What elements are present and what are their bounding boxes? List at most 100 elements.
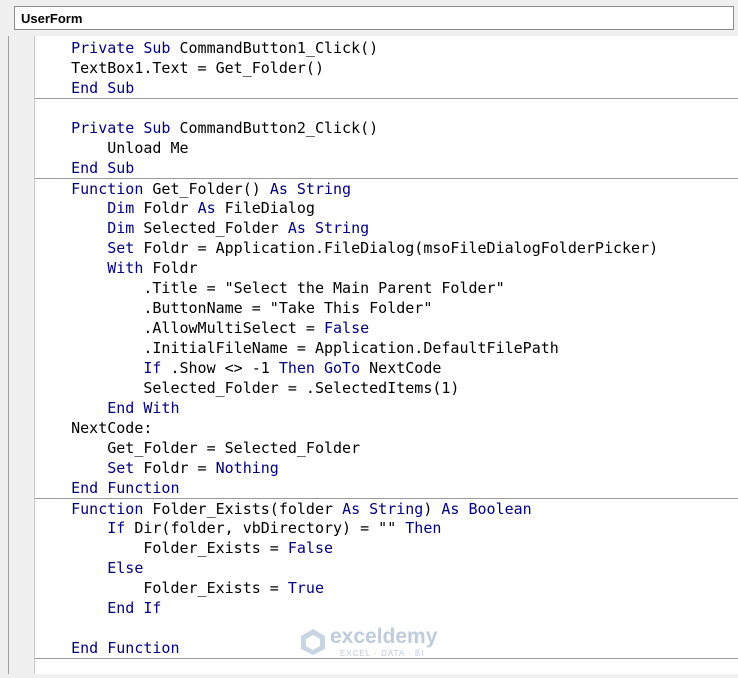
- code-line[interactable]: Function Folder_Exists(folder As String)…: [35, 498, 738, 518]
- code-keyword: Set: [107, 239, 135, 257]
- code-keyword: Private Sub: [71, 119, 171, 137]
- code-keyword: As String: [269, 180, 352, 198]
- code-text: CommandButton2_Click(): [170, 119, 379, 137]
- code-keyword: Dim: [107, 199, 135, 217]
- code-line[interactable]: .ButtonName = "Take This Folder": [35, 298, 738, 318]
- code-text: Foldr: [134, 199, 198, 217]
- code-keyword: Dim: [107, 219, 135, 237]
- code-keyword: With: [107, 259, 144, 277]
- code-keyword: End Function: [71, 479, 180, 497]
- code-keyword: Set: [107, 459, 135, 477]
- code-line[interactable]: .InitialFileName = Application.DefaultFi…: [35, 338, 738, 358]
- code-line[interactable]: End Sub: [35, 78, 738, 98]
- code-line[interactable]: [35, 98, 738, 118]
- code-keyword: End If: [107, 599, 162, 617]
- code-text: .ButtonName = "Take This Folder": [35, 299, 433, 317]
- code-line[interactable]: Dim Foldr As FileDialog: [35, 198, 738, 218]
- code-line[interactable]: Get_Folder = Selected_Folder: [35, 438, 738, 458]
- exceldemy-logo-icon: [301, 629, 325, 655]
- code-line[interactable]: End With: [35, 398, 738, 418]
- code-keyword: As String: [287, 219, 370, 237]
- code-text: .Title = "Select the Main Parent Folder": [35, 279, 505, 297]
- code-line[interactable]: NextCode:: [35, 418, 738, 438]
- window-margin: [0, 36, 8, 674]
- code-line[interactable]: .AllowMultiSelect = False: [35, 318, 738, 338]
- code-line[interactable]: Folder_Exists = True: [35, 578, 738, 598]
- code-gutter[interactable]: [8, 36, 35, 674]
- code-text: .Show <> -1: [161, 359, 279, 377]
- code-line[interactable]: Unload Me: [35, 138, 738, 158]
- code-keyword: Then: [405, 519, 442, 537]
- code-text: Get_Folder = Selected_Folder: [35, 439, 361, 457]
- code-keyword: Private Sub: [71, 39, 171, 57]
- code-line[interactable]: Set Foldr = Application.FileDialog(msoFi…: [35, 238, 738, 258]
- code-keyword: If: [107, 519, 126, 537]
- code-editor[interactable]: Private Sub CommandButton1_Click() TextB…: [35, 36, 738, 674]
- object-dropdown[interactable]: UserForm: [14, 6, 734, 30]
- code-keyword: Else: [107, 559, 144, 577]
- code-line[interactable]: TextBox1.Text = Get_Folder(): [35, 58, 738, 78]
- code-text: Folder_Exists(folder: [143, 500, 343, 518]
- code-line[interactable]: Private Sub CommandButton2_Click(): [35, 118, 738, 138]
- code-line[interactable]: With Foldr: [35, 258, 738, 278]
- code-line[interactable]: End Function: [35, 478, 738, 498]
- code-keyword: End With: [107, 399, 180, 417]
- code-keyword: Function: [71, 180, 144, 198]
- code-text: Dir(folder, vbDirectory) = "": [125, 519, 406, 537]
- code-text: NextCode: [360, 359, 442, 377]
- code-text: Selected_Folder = .SelectedItems(1): [35, 379, 460, 397]
- code-text: CommandButton1_Click(): [170, 39, 379, 57]
- watermark-tagline: EXCEL · DATA · BI: [340, 649, 425, 658]
- code-keyword: False: [287, 539, 334, 557]
- code-line[interactable]: Else: [35, 558, 738, 578]
- code-keyword: As: [197, 199, 216, 217]
- code-line[interactable]: [35, 658, 738, 678]
- code-text: Foldr =: [134, 459, 216, 477]
- code-text: Folder_Exists =: [35, 579, 288, 597]
- code-line[interactable]: If .Show <> -1 Then GoTo NextCode: [35, 358, 738, 378]
- code-keyword: If: [143, 359, 162, 377]
- code-line[interactable]: Private Sub CommandButton1_Click(): [35, 38, 738, 58]
- code-line[interactable]: If Dir(folder, vbDirectory) = "" Then: [35, 518, 738, 538]
- object-dropdown-value: UserForm: [21, 11, 83, 26]
- code-line[interactable]: Function Get_Folder() As String: [35, 178, 738, 198]
- code-line[interactable]: End If: [35, 598, 738, 618]
- code-keyword: End Sub: [71, 79, 135, 97]
- code-text: Foldr: [143, 259, 198, 277]
- code-keyword: False: [323, 319, 370, 337]
- code-keyword: As String: [342, 500, 424, 518]
- code-keyword: Then GoTo: [278, 359, 361, 377]
- code-text: Foldr = Application.FileDialog(msoFileDi…: [134, 239, 659, 257]
- code-line[interactable]: .Title = "Select the Main Parent Folder": [35, 278, 738, 298]
- code-text: TextBox1.Text = Get_Folder(): [35, 59, 324, 77]
- code-line[interactable]: Folder_Exists = False: [35, 538, 738, 558]
- code-line[interactable]: Set Foldr = Nothing: [35, 458, 738, 478]
- code-keyword: Nothing: [215, 459, 279, 477]
- code-keyword: As Boolean: [441, 500, 532, 518]
- code-keyword: End Sub: [71, 159, 135, 177]
- code-text: Selected_Folder: [134, 219, 288, 237]
- code-keyword: True: [287, 579, 324, 597]
- code-line[interactable]: End Sub: [35, 158, 738, 178]
- code-line[interactable]: Dim Selected_Folder As String: [35, 218, 738, 238]
- code-text: Get_Folder(): [143, 180, 270, 198]
- code-text: ): [423, 500, 442, 518]
- code-keyword: Function: [71, 500, 144, 518]
- code-line[interactable]: Selected_Folder = .SelectedItems(1): [35, 378, 738, 398]
